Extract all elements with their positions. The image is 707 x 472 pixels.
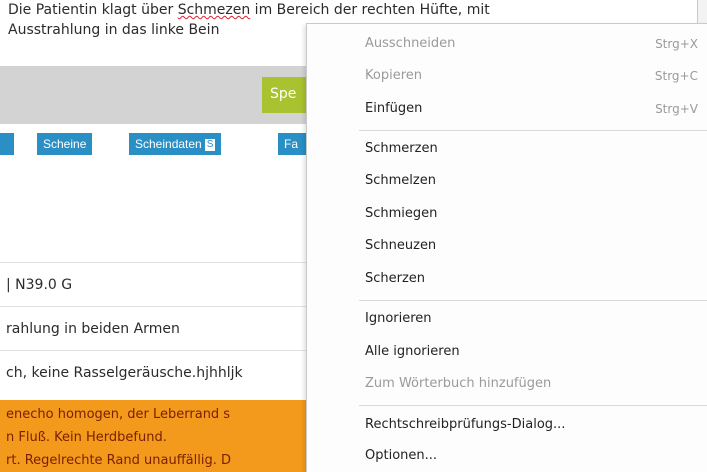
menu-item-add-to-dictionary[interactable]: Zum Wörterbuch hinzufügen [307,369,707,399]
menu-separator [359,405,707,406]
menu-separator [359,300,707,301]
menu-item-suggestion[interactable]: Scherzen [307,264,707,294]
menu-item-paste[interactable]: Einfügen Strg+V [307,94,707,124]
menu-item-suggestion[interactable]: Schmelzen [307,166,707,196]
tab-scheindaten[interactable]: Scheindaten S [129,133,222,155]
shortcut-label: Strg+C [654,69,698,83]
editor-text: Die Patientin klagt über [8,2,178,18]
editor-line-1: Die Patientin klagt über Schmezen im Ber… [8,0,490,20]
context-menu: Ausschneiden Strg+X Kopieren Strg+C Einf… [306,23,707,472]
tab-label: Scheindaten [135,137,202,151]
menu-item-suggestion[interactable]: Schmerzen [307,134,707,164]
menu-item-ignore[interactable]: Ignorieren [307,304,707,334]
menu-item-spellcheck-dialog[interactable]: Rechtschreibprüfungs-Dialog... [307,410,707,440]
menu-item-copy[interactable]: Kopieren Strg+C [307,61,707,91]
menu-item-label: Ausschneiden [365,36,456,51]
tab-fa[interactable]: Fa [278,133,306,155]
menu-item-options[interactable]: Optionen... [307,441,707,471]
menu-item-label: Einfügen [365,101,423,116]
tab-scheine[interactable]: Scheine [37,133,93,155]
tab-label: Scheine [43,137,87,151]
shortcut-label: Strg+X [655,37,698,51]
shortcut-label: Strg+V [655,102,698,116]
misspelled-word[interactable]: Schmezen [178,2,251,18]
tab-label: Fa [284,137,299,151]
menu-item-suggestion[interactable]: Schmiegen [307,199,707,229]
menu-item-suggestion[interactable]: Schneuzen [307,231,707,261]
editor-text: im Bereich der rechten Hüfte, mit [250,2,490,18]
menu-item-label: Kopieren [365,68,422,83]
menu-separator [359,130,707,131]
menu-item-cut[interactable]: Ausschneiden Strg+X [307,29,707,59]
tab-partial[interactable] [0,133,14,155]
status-badge: S [204,139,216,151]
editor-line-2: Ausstrahlung in das linke Bein [8,22,220,38]
menu-item-ignore-all[interactable]: Alle ignorieren [307,337,707,367]
